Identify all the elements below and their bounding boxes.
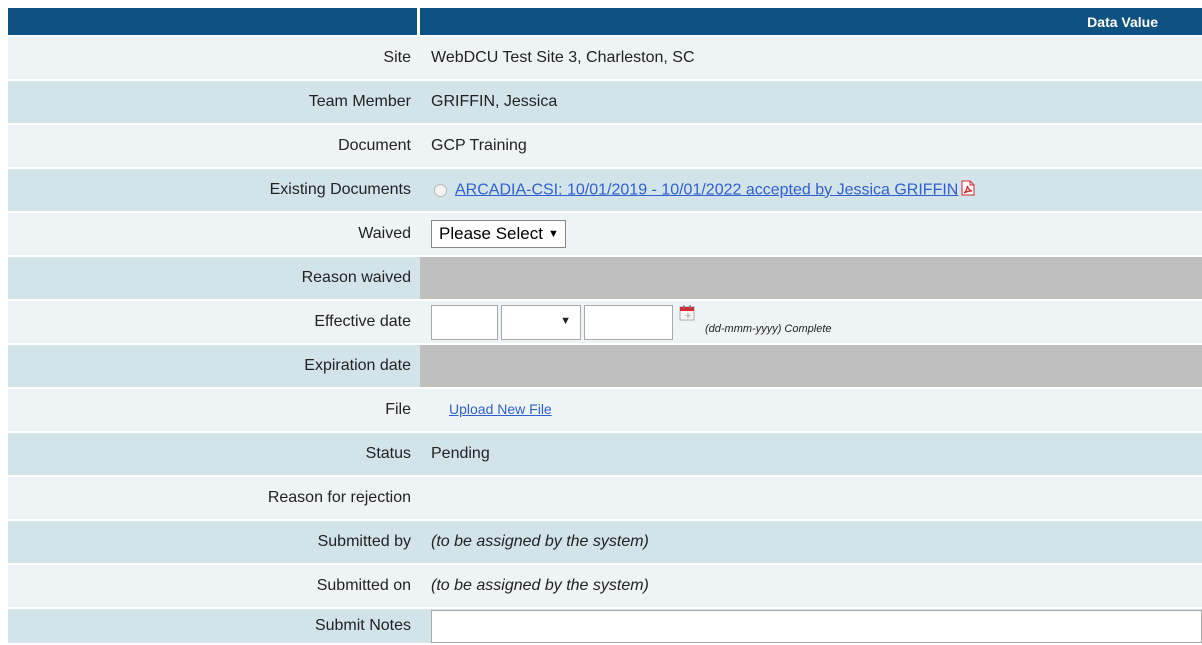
row-site: Site WebDCU Test Site 3, Charleston, SC	[8, 35, 1202, 79]
row-reason-rejection: Reason for rejection	[8, 475, 1202, 519]
dropdown-arrow-icon: ▼	[560, 314, 571, 327]
submit-notes-cell	[420, 607, 1202, 643]
date-format-hint: (dd-mmm-yyyy) Complete	[705, 323, 832, 336]
site-label: Site	[8, 35, 420, 79]
effective-date-value: ▼ (dd-mmm-yyyy) Complete	[420, 299, 1202, 343]
row-existing-documents: Existing Documents ARCADIA-CSI: 10/01/20…	[8, 167, 1202, 211]
dropdown-arrow-icon: ▼	[547, 228, 559, 240]
row-file: File Upload New File	[8, 387, 1202, 431]
submitted-on-value: (to be assigned by the system)	[420, 563, 1202, 607]
reason-waived-label: Reason waived	[8, 255, 420, 299]
document-value: GCP Training	[420, 123, 1202, 167]
header-label-cell	[8, 8, 420, 35]
effective-date-day-input[interactable]	[431, 304, 498, 340]
document-label: Document	[8, 123, 420, 167]
expiration-date-disabled-field	[420, 343, 1202, 387]
row-effective-date: Effective date ▼ (dd-mmm-yyyy) Complete	[8, 299, 1202, 343]
row-expiration-date: Expiration date	[8, 343, 1202, 387]
effective-date-month-select[interactable]: ▼	[501, 304, 581, 340]
submit-notes-input[interactable]	[431, 609, 1202, 643]
pdf-icon[interactable]	[960, 180, 976, 201]
row-document: Document GCP Training	[8, 123, 1202, 167]
reason-rejection-label: Reason for rejection	[8, 475, 420, 519]
existing-document-radio[interactable]	[434, 183, 447, 197]
submitted-on-label: Submitted on	[8, 563, 420, 607]
existing-documents-label: Existing Documents	[8, 167, 420, 211]
header-data-value: Data Value	[420, 8, 1202, 35]
site-value: WebDCU Test Site 3, Charleston, SC	[420, 35, 1202, 79]
file-value: Upload New File	[420, 387, 1202, 431]
existing-documents-value: ARCADIA-CSI: 10/01/2019 - 10/01/2022 acc…	[420, 167, 1202, 211]
calendar-icon[interactable]	[679, 305, 695, 326]
waived-select-value: Please Select	[439, 224, 543, 243]
team-member-label: Team Member	[8, 79, 420, 123]
row-team-member: Team Member GRIFFIN, Jessica	[8, 79, 1202, 123]
table-header-row: Data Value	[8, 8, 1202, 35]
existing-document-link[interactable]: ARCADIA-CSI: 10/01/2019 - 10/01/2022 acc…	[455, 181, 958, 198]
document-form-table: Data Value Site WebDCU Test Site 3, Char…	[8, 8, 1202, 643]
reason-waived-disabled-field	[420, 255, 1202, 299]
waived-value: Please Select ▼	[420, 211, 1202, 255]
row-submitted-by: Submitted by (to be assigned by the syst…	[8, 519, 1202, 563]
row-waived: Waived Please Select ▼	[8, 211, 1202, 255]
team-member-value: GRIFFIN, Jessica	[420, 79, 1202, 123]
upload-new-file-link[interactable]: Upload New File	[449, 401, 552, 417]
row-submit-notes: Submit Notes	[8, 607, 1202, 643]
effective-date-label: Effective date	[8, 299, 420, 343]
row-submitted-on: Submitted on (to be assigned by the syst…	[8, 563, 1202, 607]
file-label: File	[8, 387, 420, 431]
expiration-date-label: Expiration date	[8, 343, 420, 387]
reason-rejection-value	[420, 475, 1202, 519]
row-reason-waived: Reason waived	[8, 255, 1202, 299]
submitted-by-label: Submitted by	[8, 519, 420, 563]
submit-notes-label: Submit Notes	[8, 607, 420, 643]
waived-select[interactable]: Please Select ▼	[431, 220, 566, 248]
effective-date-year-input[interactable]	[584, 304, 673, 340]
submitted-by-value: (to be assigned by the system)	[420, 519, 1202, 563]
row-status: Status Pending	[8, 431, 1202, 475]
status-value: Pending	[420, 431, 1202, 475]
status-label: Status	[8, 431, 420, 475]
waived-label: Waived	[8, 211, 420, 255]
